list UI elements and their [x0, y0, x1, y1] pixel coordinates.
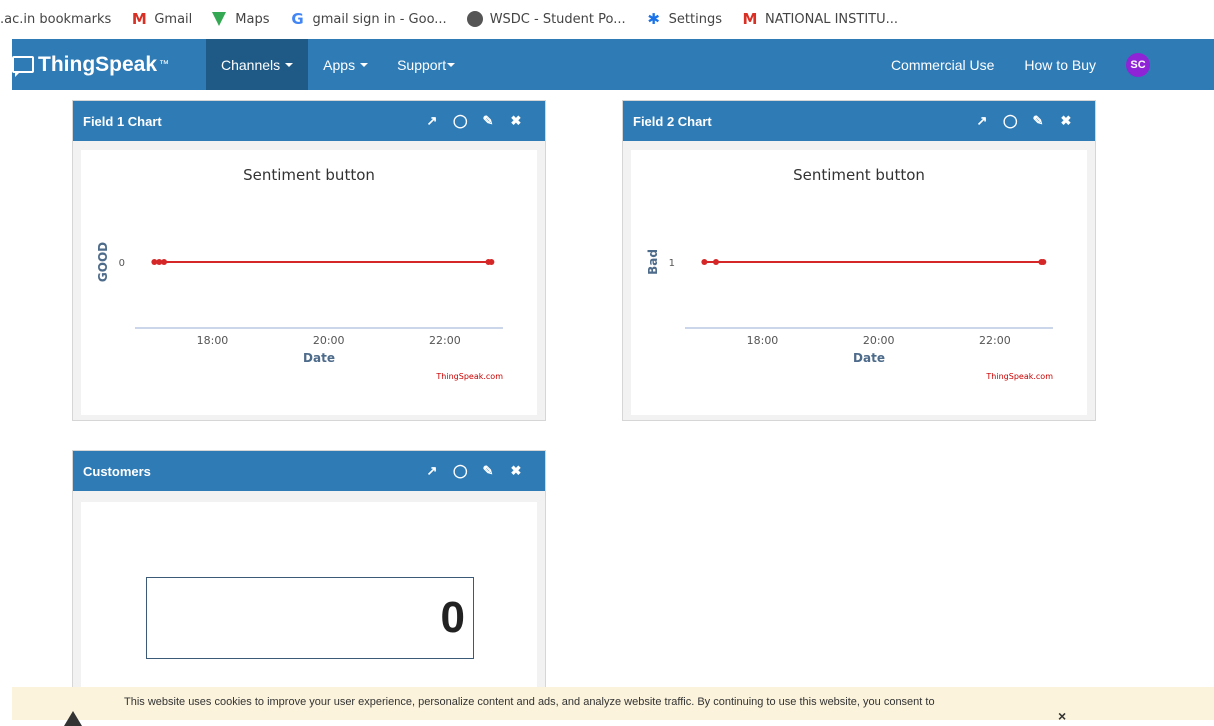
data-point [1040, 259, 1047, 265]
close-icon[interactable]: ✖ [509, 114, 523, 128]
brand-name: ThingSpeak [38, 52, 158, 76]
caret-down-icon [447, 62, 456, 67]
bookmark-label: gmail sign in - Goo... [312, 11, 447, 27]
close-icon[interactable]: ✖ [1059, 114, 1073, 128]
data-point [701, 259, 708, 265]
close-icon[interactable]: × [1058, 708, 1066, 724]
nav-channels[interactable]: Channels [206, 39, 309, 90]
y-axis-label: GOOD [96, 242, 110, 282]
x-tick-label: 22:00 [979, 334, 1011, 347]
bookmark-label: Gmail [154, 11, 193, 27]
bookmark-label: Maps [235, 11, 270, 27]
external-link-icon[interactable]: ↗ [975, 114, 989, 128]
bookmark-label: NATIONAL INSTITU... [764, 11, 899, 27]
top-navbar: ThingSpeak ™ Channels Apps Support Commer… [12, 39, 1214, 90]
x-tick-label: 20:00 [313, 334, 345, 347]
widget-title: Customers [83, 463, 151, 479]
chart-title: Sentiment button [243, 166, 375, 184]
chart-body: Sentiment button 18:00 20:00 22:00 Date Bad 1 T… [631, 150, 1087, 415]
warning-icon [64, 711, 82, 726]
bookmark-gmail[interactable]: M Gmail [131, 11, 192, 27]
x-tick-label: 18:00 [747, 334, 779, 347]
widget-tools: ↗ ◯ ✎ ✖ [425, 464, 523, 478]
comment-icon[interactable]: ◯ [453, 464, 468, 478]
gmail-icon: M [742, 10, 758, 28]
x-axis-label: Date [303, 351, 335, 365]
trademark: ™ [159, 59, 170, 70]
field1-chart-widget: Field 1 Chart ↗ ◯ ✎ ✖ Sentiment button 18… [72, 100, 546, 421]
bookmark-maps[interactable]: Maps [212, 12, 269, 27]
chart-title: Sentiment button [793, 166, 925, 184]
comment-icon[interactable]: ◯ [453, 114, 468, 128]
caret-down-icon [285, 62, 294, 67]
gear-icon: ✱ [647, 10, 660, 28]
bookmark-label: .ac.in bookmarks [0, 11, 112, 27]
nav-apps-label: Apps [323, 56, 356, 73]
widget-title: Field 2 Chart [633, 113, 712, 129]
widget-tools: ↗ ◯ ✎ ✖ [425, 114, 523, 128]
numeric-display: 0 [146, 577, 474, 659]
bookmark-wsdc[interactable]: WSDC - Student Po... [466, 11, 626, 27]
close-icon[interactable]: ✖ [509, 464, 523, 478]
cookie-banner: This website uses cookies to improve you… [12, 687, 1214, 726]
x-tick-label: 22:00 [429, 334, 461, 347]
field2-chart-widget: Field 2 Chart ↗ ◯ ✎ ✖ Sentiment button 18… [622, 100, 1096, 421]
chart-credit: ThingSpeak.com [435, 372, 503, 381]
maps-icon [212, 12, 227, 26]
bookmark-label: Settings [668, 11, 722, 27]
numeric-value: 0 [440, 593, 465, 642]
google-icon: G [291, 10, 304, 28]
bookmark-settings[interactable]: ✱ Settings [646, 11, 722, 27]
gmail-icon: M [131, 10, 147, 28]
bookmark-label: WSDC - Student Po... [489, 11, 626, 27]
widget-header: Field 1 Chart ↗ ◯ ✎ ✖ [73, 101, 545, 141]
user-avatar[interactable]: SC [1126, 52, 1150, 77]
customers-widget: Customers ↗ ◯ ✎ ✖ 0 [72, 450, 546, 721]
nav-channels-label: Channels [221, 56, 281, 73]
bookmark-ac-in[interactable]: .ac.in bookmarks [0, 12, 111, 27]
x-axis-label: Date [853, 351, 885, 365]
nav-support[interactable]: Support [383, 39, 470, 90]
x-tick-label: 18:00 [197, 334, 229, 347]
avatar-initials: SC [1130, 58, 1146, 71]
globe-icon [466, 11, 483, 27]
bookmark-national-institute[interactable]: M NATIONAL INSTITU... [742, 10, 899, 28]
external-link-icon[interactable]: ↗ [425, 464, 439, 478]
thingspeak-logo[interactable]: ThingSpeak ™ [12, 53, 206, 77]
x-tick-label: 20:00 [863, 334, 895, 347]
chart-credit: ThingSpeak.com [985, 372, 1053, 381]
nav-commercial-use[interactable]: Commercial Use [876, 39, 1009, 90]
nav-support-label: Support [397, 56, 447, 73]
chart-svg: Sentiment button 18:00 20:00 22:00 Date Bad 1 T… [646, 166, 1053, 381]
y-axis-label: Bad [646, 249, 660, 275]
chart-svg: Sentiment button 18:00 20:00 22:00 Date GOOD 0… [96, 166, 503, 381]
nav-right: Commercial Use How to Buy SC [876, 39, 1214, 90]
external-link-icon[interactable]: ↗ [425, 114, 439, 128]
pencil-icon[interactable]: ✎ [481, 464, 495, 478]
data-point [488, 259, 495, 265]
data-point [161, 259, 168, 265]
nav-how-to-buy[interactable]: How to Buy [1009, 39, 1111, 90]
widget-header: Customers ↗ ◯ ✎ ✖ [73, 451, 545, 491]
chat-bubble-icon [12, 56, 34, 77]
bookmark-gmail-sign-in[interactable]: Ggmail sign in - Goo... [289, 11, 446, 27]
comment-icon[interactable]: ◯ [1003, 114, 1018, 128]
widget-title: Field 1 Chart [83, 113, 162, 129]
y-tick-label: 0 [119, 258, 125, 269]
widget-tools: ↗ ◯ ✎ ✖ [975, 114, 1073, 128]
pencil-icon[interactable]: ✎ [481, 114, 495, 128]
pencil-icon[interactable]: ✎ [1031, 114, 1045, 128]
nav-how-to-buy-label: How to Buy [1024, 56, 1096, 73]
widget-header: Field 2 Chart ↗ ◯ ✎ ✖ [623, 101, 1095, 141]
y-tick-label: 1 [669, 258, 675, 269]
bookmarks-bar: .ac.in bookmarks M Gmail Maps Ggmail sign… [0, 0, 1214, 38]
nav-apps[interactable]: Apps [308, 39, 383, 90]
data-point [712, 259, 719, 265]
caret-down-icon [360, 62, 369, 67]
cookie-text: This website uses cookies to improve you… [124, 696, 935, 708]
chart-body: Sentiment button 18:00 20:00 22:00 Date GOOD 0… [81, 150, 537, 415]
nav-commercial-label: Commercial Use [890, 56, 995, 73]
